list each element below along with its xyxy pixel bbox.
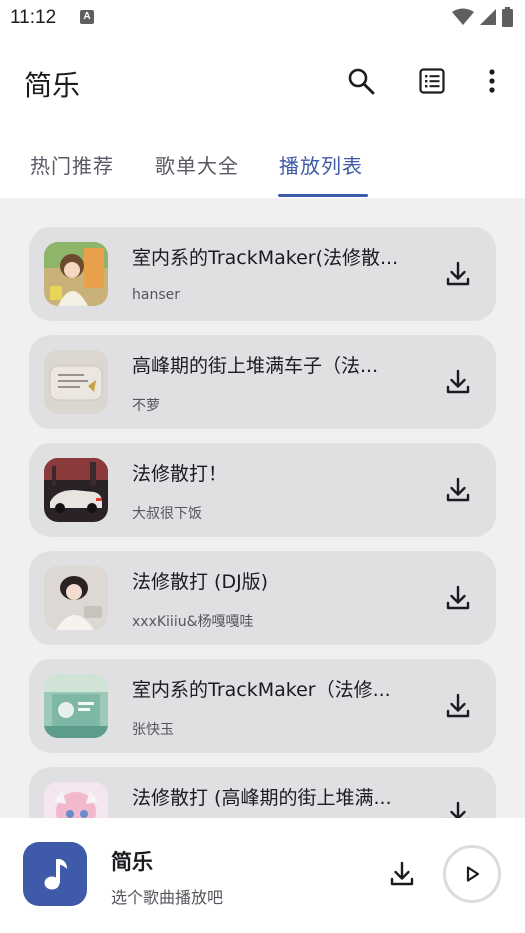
song-item[interactable]: 法修散打 (DJ版) xxxKiiiu&杨嘎嘎哇 [29, 551, 496, 645]
song-title: 室内系的TrackMaker(法修散... [132, 247, 399, 269]
player-subtitle: 选个歌曲播放吧 [111, 888, 224, 907]
search-icon [348, 68, 375, 95]
tab-indicator [278, 194, 368, 197]
download-icon[interactable] [444, 584, 472, 612]
album-cover [44, 674, 108, 738]
tab-play-queue[interactable]: 播放列表 [279, 150, 363, 179]
song-title: 室内系的TrackMaker（法修... [132, 679, 391, 701]
song-list[interactable]: 室内系的TrackMaker(法修散... hanser 高峰期的街上堆满车子（… [0, 198, 525, 818]
song-title: 法修散打 (高峰期的街上堆满... [132, 787, 392, 809]
play-icon [466, 866, 480, 882]
song-artist: xxxKiiiu&杨嘎嘎哇 [132, 614, 254, 630]
more-vert-icon [489, 69, 495, 93]
wifi-icon [452, 8, 474, 25]
album-cover [44, 458, 108, 522]
list-icon [419, 68, 445, 94]
download-icon[interactable] [444, 368, 472, 396]
album-cover [44, 242, 108, 306]
play-button[interactable] [443, 845, 501, 903]
playlist-view-button[interactable] [412, 61, 452, 101]
status-icons [452, 6, 513, 28]
album-cover [44, 782, 108, 818]
battery-icon [502, 7, 513, 27]
more-options-button[interactable] [472, 61, 512, 101]
song-item[interactable]: 室内系的TrackMaker（法修... 张快玉 [29, 659, 496, 753]
song-item[interactable]: 法修散打！ 大叔很下饭 [29, 443, 496, 537]
download-icon[interactable] [444, 692, 472, 720]
player-title: 简乐 [111, 850, 153, 874]
song-title: 法修散打 (DJ版) [132, 571, 269, 593]
signal-icon [480, 9, 496, 25]
song-artist: 不萝 [132, 398, 160, 414]
tab-bar: 热门推荐 歌单大全 播放列表 [0, 126, 525, 198]
player-artwork [23, 842, 87, 906]
song-item[interactable]: 高峰期的街上堆满车子（法... 不萝 [29, 335, 496, 429]
app-bar: 简乐 [0, 36, 525, 126]
mini-player[interactable]: 简乐 选个歌曲播放吧 [0, 818, 525, 933]
notification-icon: A [80, 10, 94, 24]
album-cover [44, 566, 108, 630]
download-icon[interactable] [444, 800, 472, 818]
tab-playlists[interactable]: 歌单大全 [155, 150, 239, 179]
search-button[interactable] [341, 61, 381, 101]
status-bar: 11:12 A [0, 0, 525, 36]
music-note-icon [44, 859, 67, 890]
album-cover [44, 350, 108, 414]
song-artist: hanser [132, 287, 180, 303]
tab-hot-recommend[interactable]: 热门推荐 [30, 150, 114, 179]
song-artist: 张快玉 [132, 722, 174, 738]
song-title: 法修散打！ [132, 463, 228, 485]
app-title: 简乐 [24, 69, 81, 102]
download-icon[interactable] [444, 476, 472, 504]
status-time: 11:12 [10, 7, 57, 28]
song-title: 高峰期的街上堆满车子（法... [132, 355, 379, 377]
download-icon[interactable] [388, 860, 416, 888]
song-item[interactable]: 室内系的TrackMaker(法修散... hanser [29, 227, 496, 321]
download-icon[interactable] [444, 260, 472, 288]
song-artist: 大叔很下饭 [132, 506, 202, 522]
song-item[interactable]: 法修散打 (高峰期的街上堆满... [29, 767, 496, 818]
